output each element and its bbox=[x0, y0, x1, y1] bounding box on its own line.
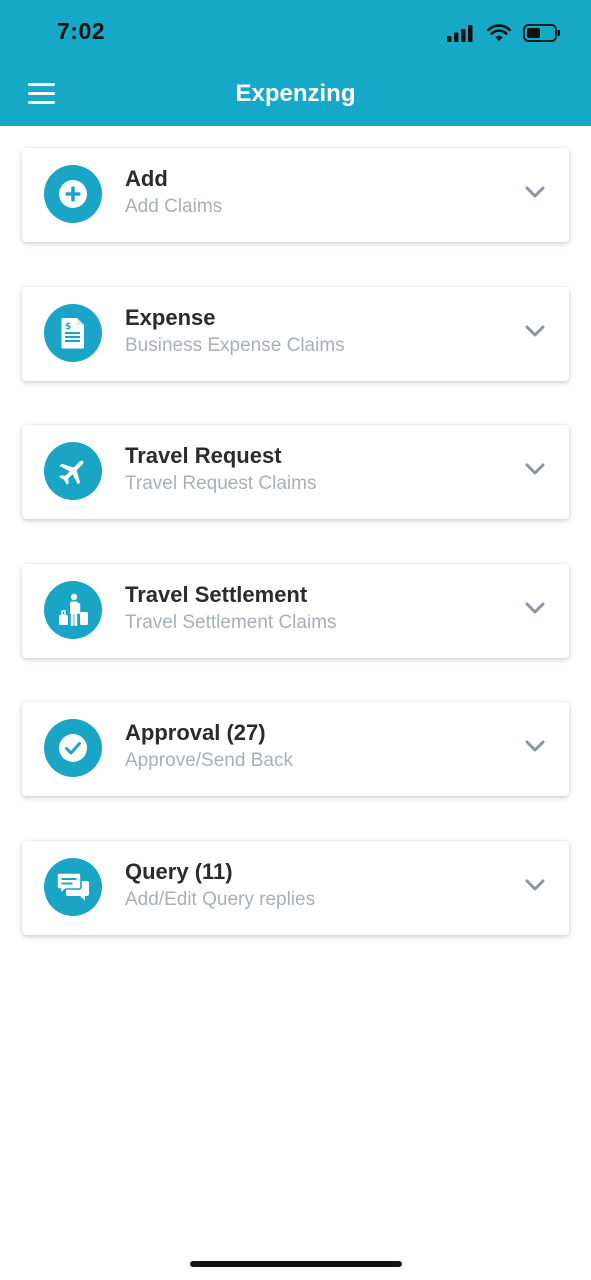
chat-icon bbox=[44, 858, 102, 916]
chevron-down-icon[interactable] bbox=[525, 878, 545, 892]
status-time: 7:02 bbox=[57, 18, 106, 44]
menu-card-query[interactable]: Query (11) Add/Edit Query replies bbox=[22, 841, 569, 935]
card-subtitle: Travel Request Claims bbox=[125, 473, 317, 494]
card-subtitle: Travel Settlement Claims bbox=[125, 612, 337, 633]
svg-text:$: $ bbox=[65, 322, 71, 332]
menu-card-travel-request[interactable]: Travel Request Travel Request Claims bbox=[22, 425, 569, 519]
chevron-down-icon[interactable] bbox=[525, 324, 545, 338]
airplane-icon bbox=[44, 442, 102, 500]
home-indicator[interactable] bbox=[190, 1261, 402, 1267]
chevron-down-icon[interactable] bbox=[525, 601, 545, 615]
card-title: Add bbox=[125, 166, 168, 191]
menu-card-approval[interactable]: Approval (27) Approve/Send Back bbox=[22, 702, 569, 796]
card-title: Travel Request bbox=[125, 443, 282, 468]
card-title: Expense bbox=[125, 305, 216, 330]
chevron-down-icon[interactable] bbox=[525, 185, 545, 199]
signal-icon bbox=[447, 25, 473, 42]
card-subtitle: Add Claims bbox=[125, 196, 223, 217]
menu-card-expense[interactable]: $ Expense Business Expense Claims bbox=[22, 287, 569, 381]
status-icons bbox=[447, 20, 561, 46]
battery-icon bbox=[523, 24, 560, 42]
chevron-down-icon[interactable] bbox=[525, 739, 545, 753]
traveler-luggage-icon bbox=[44, 581, 102, 639]
page-title: Expenzing bbox=[235, 80, 356, 107]
add-icon bbox=[44, 165, 102, 223]
app-header: 7:02 Expenzing bbox=[0, 0, 591, 126]
expense-document-icon: $ bbox=[44, 304, 102, 362]
card-title: Travel Settlement bbox=[125, 582, 308, 607]
card-title: Approval (27) bbox=[125, 720, 266, 745]
check-icon bbox=[44, 719, 102, 777]
card-subtitle: Add/Edit Query replies bbox=[125, 889, 316, 910]
chevron-down-icon[interactable] bbox=[525, 462, 545, 476]
menu-card-travel-settlement[interactable]: Travel Settlement Travel Settlement Clai… bbox=[22, 564, 569, 658]
card-title: Query (11) bbox=[125, 859, 233, 884]
wifi-icon bbox=[487, 24, 511, 41]
card-subtitle: Approve/Send Back bbox=[125, 750, 293, 771]
card-subtitle: Business Expense Claims bbox=[125, 335, 345, 356]
menu-card-add[interactable]: Add Add Claims bbox=[22, 148, 569, 242]
